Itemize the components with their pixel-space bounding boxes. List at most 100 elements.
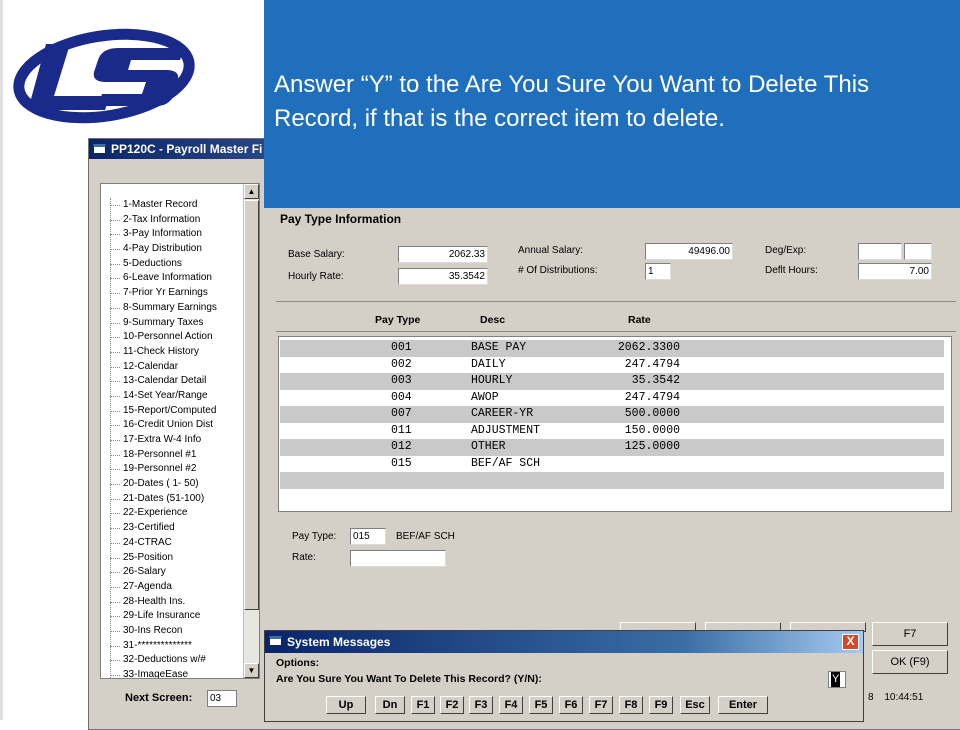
col-header-rate: Rate xyxy=(628,314,651,326)
nav-item[interactable]: 27-Agenda xyxy=(101,580,217,595)
exp-field[interactable] xyxy=(904,243,932,260)
cell-desc: HOURLY xyxy=(471,374,513,387)
deg-exp-label: Deg/Exp: xyxy=(765,245,807,256)
nav-item[interactable]: 4-Pay Distribution xyxy=(101,242,217,257)
deg-field[interactable] xyxy=(858,243,902,260)
pay-type-field[interactable]: 015 xyxy=(350,528,386,545)
nav-item[interactable]: 22-Experience xyxy=(101,506,217,521)
nav-list: 1-Master Record 2-Tax Information 3-Pay In… xyxy=(101,198,217,678)
cell-desc: AWOP xyxy=(471,390,499,404)
nav-item[interactable]: 14-Set Year/Range xyxy=(101,389,217,404)
delete-question: Are You Sure You Want To Delete This Rec… xyxy=(276,673,542,685)
annual-salary-field[interactable]: 49496.00 xyxy=(645,243,733,260)
cell-pay-type: 012 xyxy=(391,440,412,453)
cell-pay-type: 004 xyxy=(391,390,412,404)
table-row[interactable]: 001 BASE PAY 2062.3300 xyxy=(280,340,944,357)
col-header-pay-type: Pay Type xyxy=(375,314,421,326)
nav-item[interactable]: 33-ImageEase xyxy=(101,668,217,678)
table-row[interactable]: 004 AWOP 247.4794 xyxy=(280,390,944,407)
base-salary-field[interactable]: 2062.33 xyxy=(398,246,488,263)
scroll-thumb[interactable] xyxy=(244,200,259,610)
key-f7-button[interactable]: F7 xyxy=(589,696,613,714)
num-distributions-field[interactable]: 1 xyxy=(645,263,671,280)
nav-item[interactable]: 17-Extra W-4 Info xyxy=(101,433,217,448)
nav-scrollbar[interactable]: ▲ ▼ xyxy=(243,184,259,678)
nav-item[interactable]: 7-Prior Yr Earnings xyxy=(101,286,217,301)
key-f2-button[interactable]: F2 xyxy=(440,696,464,714)
annual-salary-label: Annual Salary: xyxy=(518,245,584,256)
nav-item[interactable]: 1-Master Record xyxy=(101,198,217,213)
close-icon[interactable]: X xyxy=(842,634,859,650)
nav-item[interactable]: 20-Dates ( 1- 50) xyxy=(101,477,217,492)
nav-item[interactable]: 28-Health Ins. xyxy=(101,595,217,610)
key-esc-button[interactable]: Esc xyxy=(680,696,710,714)
status-prefix: 8 xyxy=(868,692,874,703)
nav-item[interactable]: 15-Report/Computed xyxy=(101,404,217,419)
key-dn-button[interactable]: Dn xyxy=(375,696,405,714)
cell-desc: BASE PAY xyxy=(471,341,527,354)
nav-item[interactable]: 6-Leave Information xyxy=(101,271,217,286)
f7-button[interactable]: F7 xyxy=(872,622,948,646)
key-up-button[interactable]: Up xyxy=(326,696,366,714)
table-row[interactable]: 003 HOURLY 35.3542 xyxy=(280,373,944,390)
pay-type-table: 001 BASE PAY 2062.3300 002 DAILY 247.4794 003 H… xyxy=(278,336,952,512)
window-icon xyxy=(93,144,106,154)
key-f4-button[interactable]: F4 xyxy=(499,696,523,714)
deflt-hours-field[interactable]: 7.00 xyxy=(858,263,932,280)
cell-pay-type: 011 xyxy=(391,423,412,437)
table-row[interactable] xyxy=(280,472,944,489)
key-f8-button[interactable]: F8 xyxy=(619,696,643,714)
cell-desc: BEF/AF SCH xyxy=(471,456,541,470)
nav-item[interactable]: 19-Personnel #2 xyxy=(101,462,217,477)
cell-desc: ADJUSTMENT xyxy=(471,423,541,437)
nav-item[interactable]: 13-Calendar Detail xyxy=(101,374,217,389)
key-enter-button[interactable]: Enter xyxy=(718,696,768,714)
cell-pay-type: 007 xyxy=(391,407,412,420)
key-f9-button[interactable]: F9 xyxy=(649,696,673,714)
table-row[interactable]: 011 ADJUSTMENT 150.0000 xyxy=(280,423,944,440)
nav-item[interactable]: 32-Deductions w/# xyxy=(101,653,217,668)
nav-item[interactable]: 25-Position xyxy=(101,551,217,566)
pay-type-label: Pay Type: xyxy=(292,531,337,542)
nav-item[interactable]: 23-Certified xyxy=(101,521,217,536)
nav-item[interactable]: 29-Life Insurance xyxy=(101,609,217,624)
next-screen-input[interactable]: 03 xyxy=(207,690,237,707)
table-row[interactable]: 007 CAREER-YR 500.0000 xyxy=(280,406,944,423)
nav-item[interactable]: 16-Credit Union Dist xyxy=(101,418,217,433)
scroll-down-arrow-icon[interactable]: ▼ xyxy=(244,663,259,678)
nav-item[interactable]: 8-Summary Earnings xyxy=(101,301,217,316)
key-f5-button[interactable]: F5 xyxy=(529,696,553,714)
nav-item[interactable]: 30-Ins Recon xyxy=(101,624,217,639)
nav-item[interactable]: 9-Summary Taxes xyxy=(101,316,217,331)
key-f3-button[interactable]: F3 xyxy=(469,696,493,714)
nav-item[interactable]: 12-Calendar xyxy=(101,360,217,375)
hourly-rate-field[interactable]: 35.3542 xyxy=(398,268,488,285)
rate-field[interactable] xyxy=(350,550,446,567)
nav-item[interactable]: 10-Personnel Action xyxy=(101,330,217,345)
table-row[interactable]: 015 BEF/AF SCH xyxy=(280,456,944,473)
key-f6-button[interactable]: F6 xyxy=(559,696,583,714)
cell-pay-type: 015 xyxy=(391,456,412,470)
nav-item[interactable]: 24-CTRAC xyxy=(101,536,217,551)
table-row[interactable]: 002 DAILY 247.4794 xyxy=(280,357,944,374)
dialog-title: System Messages xyxy=(287,635,391,649)
ok-f9-button[interactable]: OK (F9) xyxy=(872,650,948,674)
nav-item[interactable]: 5-Deductions xyxy=(101,257,217,272)
nav-item[interactable]: 18-Personnel #1 xyxy=(101,448,217,463)
confirm-input[interactable]: Y xyxy=(828,671,846,688)
dialog-window-icon xyxy=(269,636,282,646)
scroll-up-arrow-icon[interactable]: ▲ xyxy=(244,184,259,199)
nav-item[interactable]: 31-************** xyxy=(101,639,217,654)
nav-item[interactable]: 21-Dates (51-100) xyxy=(101,492,217,507)
cell-desc: CAREER-YR xyxy=(471,407,534,420)
nav-item[interactable]: 3-Pay Information xyxy=(101,227,217,242)
system-messages-dialog: System Messages X Options: Are You Sure … xyxy=(264,630,864,722)
cell-rate: 247.4794 xyxy=(624,390,680,404)
nav-item[interactable]: 2-Tax Information xyxy=(101,213,217,228)
rate-label: Rate: xyxy=(292,552,316,563)
ls-logo xyxy=(13,28,195,124)
table-row[interactable]: 012 OTHER 125.0000 xyxy=(280,439,944,456)
key-f1-button[interactable]: F1 xyxy=(411,696,435,714)
nav-item[interactable]: 26-Salary xyxy=(101,565,217,580)
nav-item[interactable]: 11-Check History xyxy=(101,345,217,360)
